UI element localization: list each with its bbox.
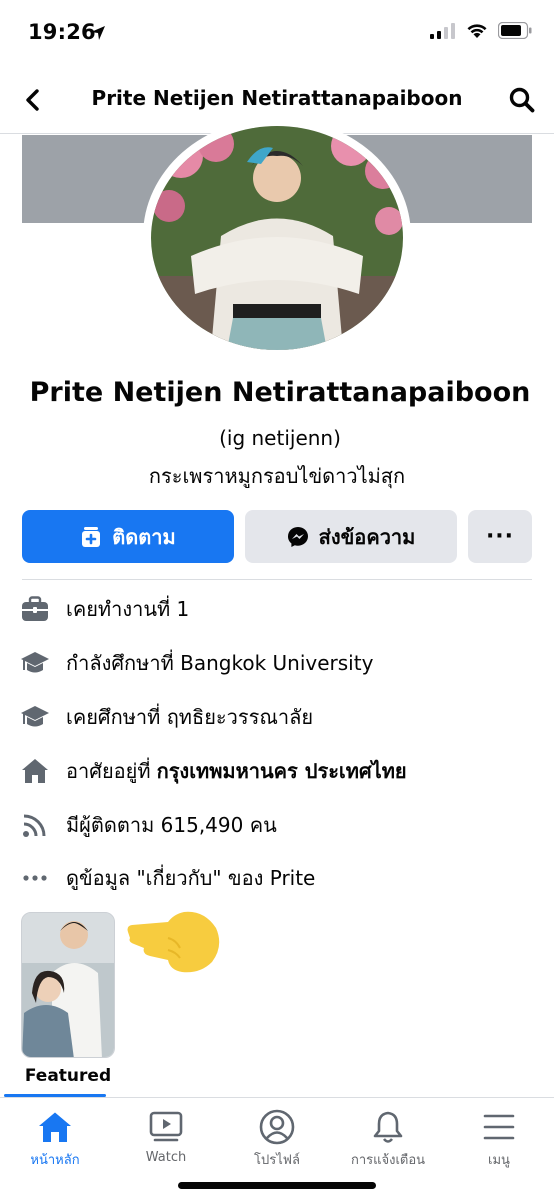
message-label: ส่งข้อความ xyxy=(318,524,416,549)
profile-icon xyxy=(259,1108,295,1145)
more-options-button[interactable]: ··· xyxy=(468,510,532,563)
tab-watch-label: Watch xyxy=(145,1150,187,1165)
info-see-about-text: ดูข้อมูล "เกี่ยวกับ" ของ Prite xyxy=(66,866,316,890)
location-arrow-icon xyxy=(90,25,106,45)
search-icon xyxy=(509,87,535,113)
info-work: เคยทำงานที่ 1 xyxy=(20,589,189,629)
graduation-cap-icon xyxy=(20,702,50,732)
graduation-cap-icon xyxy=(20,648,50,678)
featured-story-thumbnail[interactable] xyxy=(21,912,115,1058)
more-dots-icon xyxy=(20,863,50,893)
tab-notifications-label: การแจ้งเตือน xyxy=(350,1153,426,1168)
info-lives-in: อาศัยอยู่ที่ กรุงเทพมหานคร ประเทศไทย xyxy=(20,751,407,791)
info-study-past-text: เคยศึกษาที่ ฤทธิยะวรรณาลัย xyxy=(66,705,314,729)
cellular-signal-icon xyxy=(430,22,456,43)
watch-video-icon xyxy=(149,1108,183,1146)
messenger-icon xyxy=(287,526,308,547)
chevron-left-icon xyxy=(26,89,39,111)
status-icons xyxy=(430,21,532,43)
info-study-current: กำลังศึกษาที่ Bangkok University xyxy=(20,643,373,683)
rss-feed-icon xyxy=(20,810,50,840)
info-lives-in-place[interactable]: กรุงเทพมหานคร ประเทศไทย xyxy=(157,755,407,787)
nav-title: Prite Netijen Netirattanapaiboon xyxy=(91,86,463,110)
add-follow-icon xyxy=(82,526,101,547)
tab-profile[interactable]: โปรไฟล์ xyxy=(222,1098,332,1170)
search-button[interactable] xyxy=(504,82,540,118)
profile-name-block: Prite Netijen Netirattanapaiboon (ig net… xyxy=(20,372,540,461)
home-icon xyxy=(20,756,50,786)
profile-picture[interactable] xyxy=(151,126,403,350)
info-followers: มีผู้ติดตาม 615,490 คน xyxy=(20,805,277,845)
info-work-text: เคยทำงานที่ 1 xyxy=(66,597,190,621)
status-time: 19:26 xyxy=(28,20,96,44)
profile-name: Prite Netijen Netirattanapaiboon xyxy=(29,377,531,408)
tab-menu-label: เมนู xyxy=(488,1153,510,1168)
tab-profile-label: โปรไฟล์ xyxy=(254,1153,300,1168)
divider xyxy=(22,579,532,580)
info-lives-in-prefix: อาศัยอยู่ที่ xyxy=(66,759,151,783)
info-study-current-text: กำลังศึกษาที่ Bangkok University xyxy=(66,651,374,675)
briefcase-icon xyxy=(20,594,50,624)
bell-icon xyxy=(372,1108,404,1145)
tab-home[interactable]: หน้าหลัก xyxy=(0,1098,110,1170)
back-button[interactable] xyxy=(14,82,50,118)
home-icon xyxy=(38,1108,72,1145)
profile-bio: กระเพราหมูกรอบไข่ดาวไม่สุก xyxy=(148,464,406,488)
follow-label: ติดตาม xyxy=(112,524,176,549)
tab-notifications[interactable]: การแจ้งเตือน xyxy=(333,1098,443,1170)
battery-icon xyxy=(497,21,532,43)
tab-watch[interactable]: Watch xyxy=(111,1098,221,1170)
home-indicator xyxy=(178,1182,376,1189)
menu-icon xyxy=(483,1108,515,1145)
tab-home-label: หน้าหลัก xyxy=(30,1153,80,1168)
info-followers-text: มีผู้ติดตาม 615,490 คน xyxy=(66,813,277,837)
tab-menu[interactable]: เมนู xyxy=(444,1098,554,1170)
info-study-past: เคยศึกษาที่ ฤทธิยะวรรณาลัย xyxy=(20,697,313,737)
pointing-hand-emoji-icon xyxy=(124,908,222,980)
wifi-icon xyxy=(466,23,488,43)
status-bar: 19:26 xyxy=(0,0,554,66)
more-dots-icon: ··· xyxy=(485,524,515,549)
message-button[interactable]: ส่งข้อความ xyxy=(245,510,457,563)
featured-label: Featured xyxy=(24,1066,112,1086)
follow-button[interactable]: ติดตาม xyxy=(22,510,234,563)
info-see-about[interactable]: ดูข้อมูล "เกี่ยวกับ" ของ Prite xyxy=(20,858,315,898)
profile-alt-name: (ig netijenn) xyxy=(219,426,341,450)
